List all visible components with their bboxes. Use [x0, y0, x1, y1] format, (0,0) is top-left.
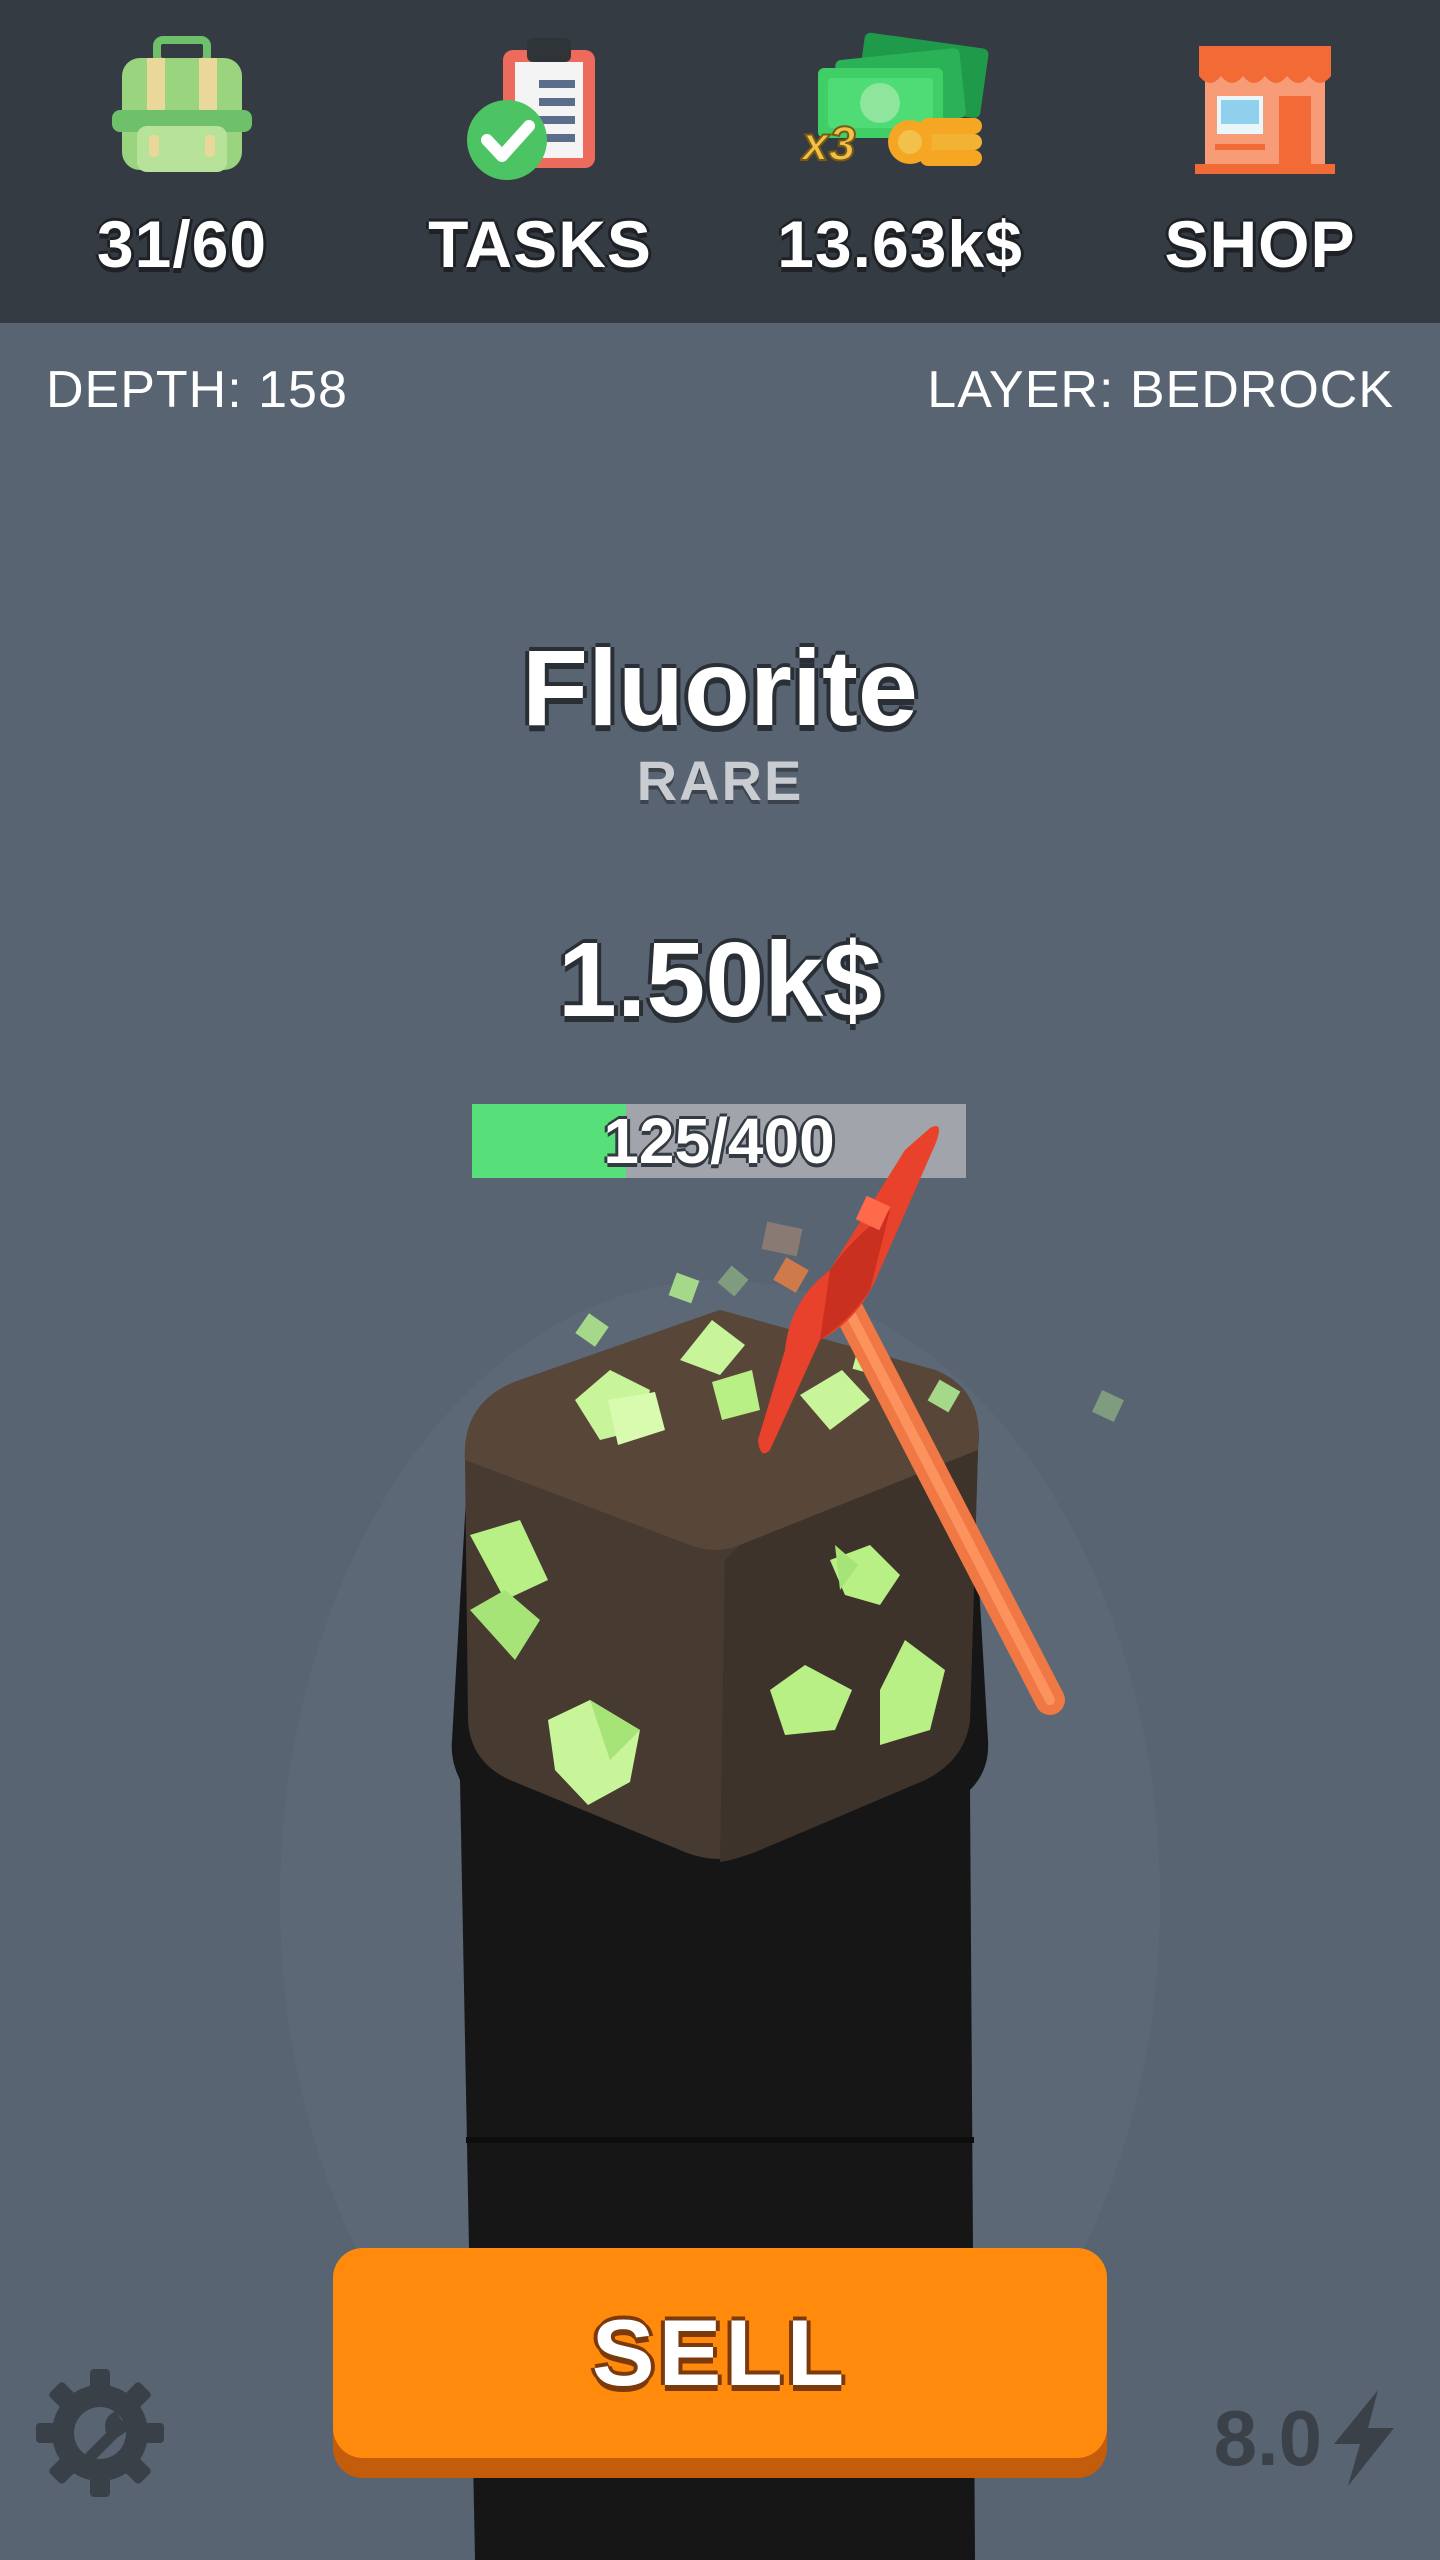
- speed-value: 8.0: [1213, 2393, 1322, 2482]
- settings-button[interactable]: [32, 2365, 168, 2501]
- settings-wrench-icon: [36, 2369, 164, 2497]
- mining-speed: 8.0: [1214, 2388, 1400, 2488]
- sell-button[interactable]: SELL: [333, 2248, 1107, 2458]
- lightning-bolt-icon: [1334, 2390, 1394, 2486]
- pickaxe: [758, 1126, 1065, 1715]
